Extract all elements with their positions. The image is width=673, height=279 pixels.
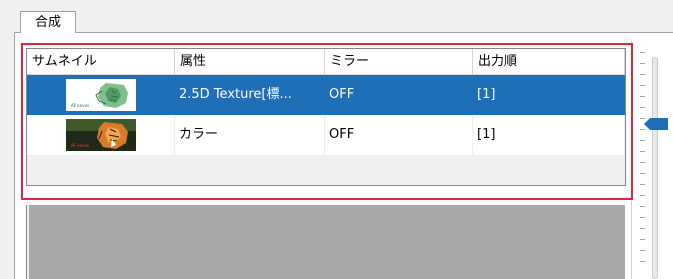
- order-cell: [1]: [477, 87, 496, 102]
- composite-list[interactable]: サムネイル 属性 ミラー 出力順 AF envisi 2.5D Texture[…: [26, 48, 626, 186]
- mirror-cell: OFF: [329, 87, 355, 102]
- empty-canvas-area: [26, 205, 625, 279]
- tiger-color-thumbnail: AF envisi: [65, 119, 136, 151]
- tiger-texture-thumbnail: AF envisi: [66, 79, 136, 111]
- panel-divider: [631, 40, 632, 279]
- slider-tick: [640, 261, 645, 262]
- column-header-mirror[interactable]: ミラー: [325, 49, 473, 75]
- slider-tick: [640, 239, 645, 240]
- thumbnail-cell: AF envisi: [27, 115, 175, 155]
- thumbnail-cell: AF envisi: [27, 75, 175, 115]
- attribute-cell: 2.5D Texture[標...: [179, 87, 292, 102]
- slider-tick: [640, 85, 645, 86]
- slider-tick: [640, 140, 645, 141]
- column-header-order[interactable]: 出力順: [473, 49, 625, 75]
- slider-tick: [640, 151, 645, 152]
- svg-text:AF envisi: AF envisi: [71, 103, 89, 108]
- svg-text:AF envisi: AF envisi: [71, 143, 89, 148]
- list-empty-area: [27, 155, 625, 185]
- slider-tick: [640, 184, 645, 185]
- slider-tick: [640, 74, 645, 75]
- slider-track[interactable]: [652, 57, 658, 279]
- column-header-attribute[interactable]: 属性: [175, 49, 325, 75]
- column-header-thumbnail[interactable]: サムネイル: [27, 49, 175, 75]
- attribute-cell: カラー: [175, 115, 325, 155]
- slider-thumb-icon[interactable]: [644, 117, 668, 130]
- tab-composite-label: 合成: [34, 15, 61, 30]
- order-cell: [1]: [473, 115, 625, 155]
- slider-tick: [640, 107, 645, 108]
- slider-tick: [640, 228, 645, 229]
- slider-tick: [640, 250, 645, 251]
- list-row-texture[interactable]: AF envisi 2.5D Texture[標... OFF [1]: [27, 75, 625, 115]
- slider-tick: [640, 162, 645, 163]
- slider-tick: [640, 52, 645, 53]
- list-header: サムネイル 属性 ミラー 出力順: [27, 49, 625, 75]
- slider-tick: [640, 217, 645, 218]
- slider-ticks: [640, 52, 646, 279]
- mirror-cell: OFF: [325, 115, 473, 155]
- list-row-color[interactable]: AF envisi カラー OFF [1]: [27, 115, 625, 155]
- tab-composite[interactable]: 合成: [20, 11, 76, 33]
- slider-tick: [640, 96, 645, 97]
- slider-tick: [640, 173, 645, 174]
- slider-tick: [640, 195, 645, 196]
- slider-tick: [640, 63, 645, 64]
- slider-tick: [640, 206, 645, 207]
